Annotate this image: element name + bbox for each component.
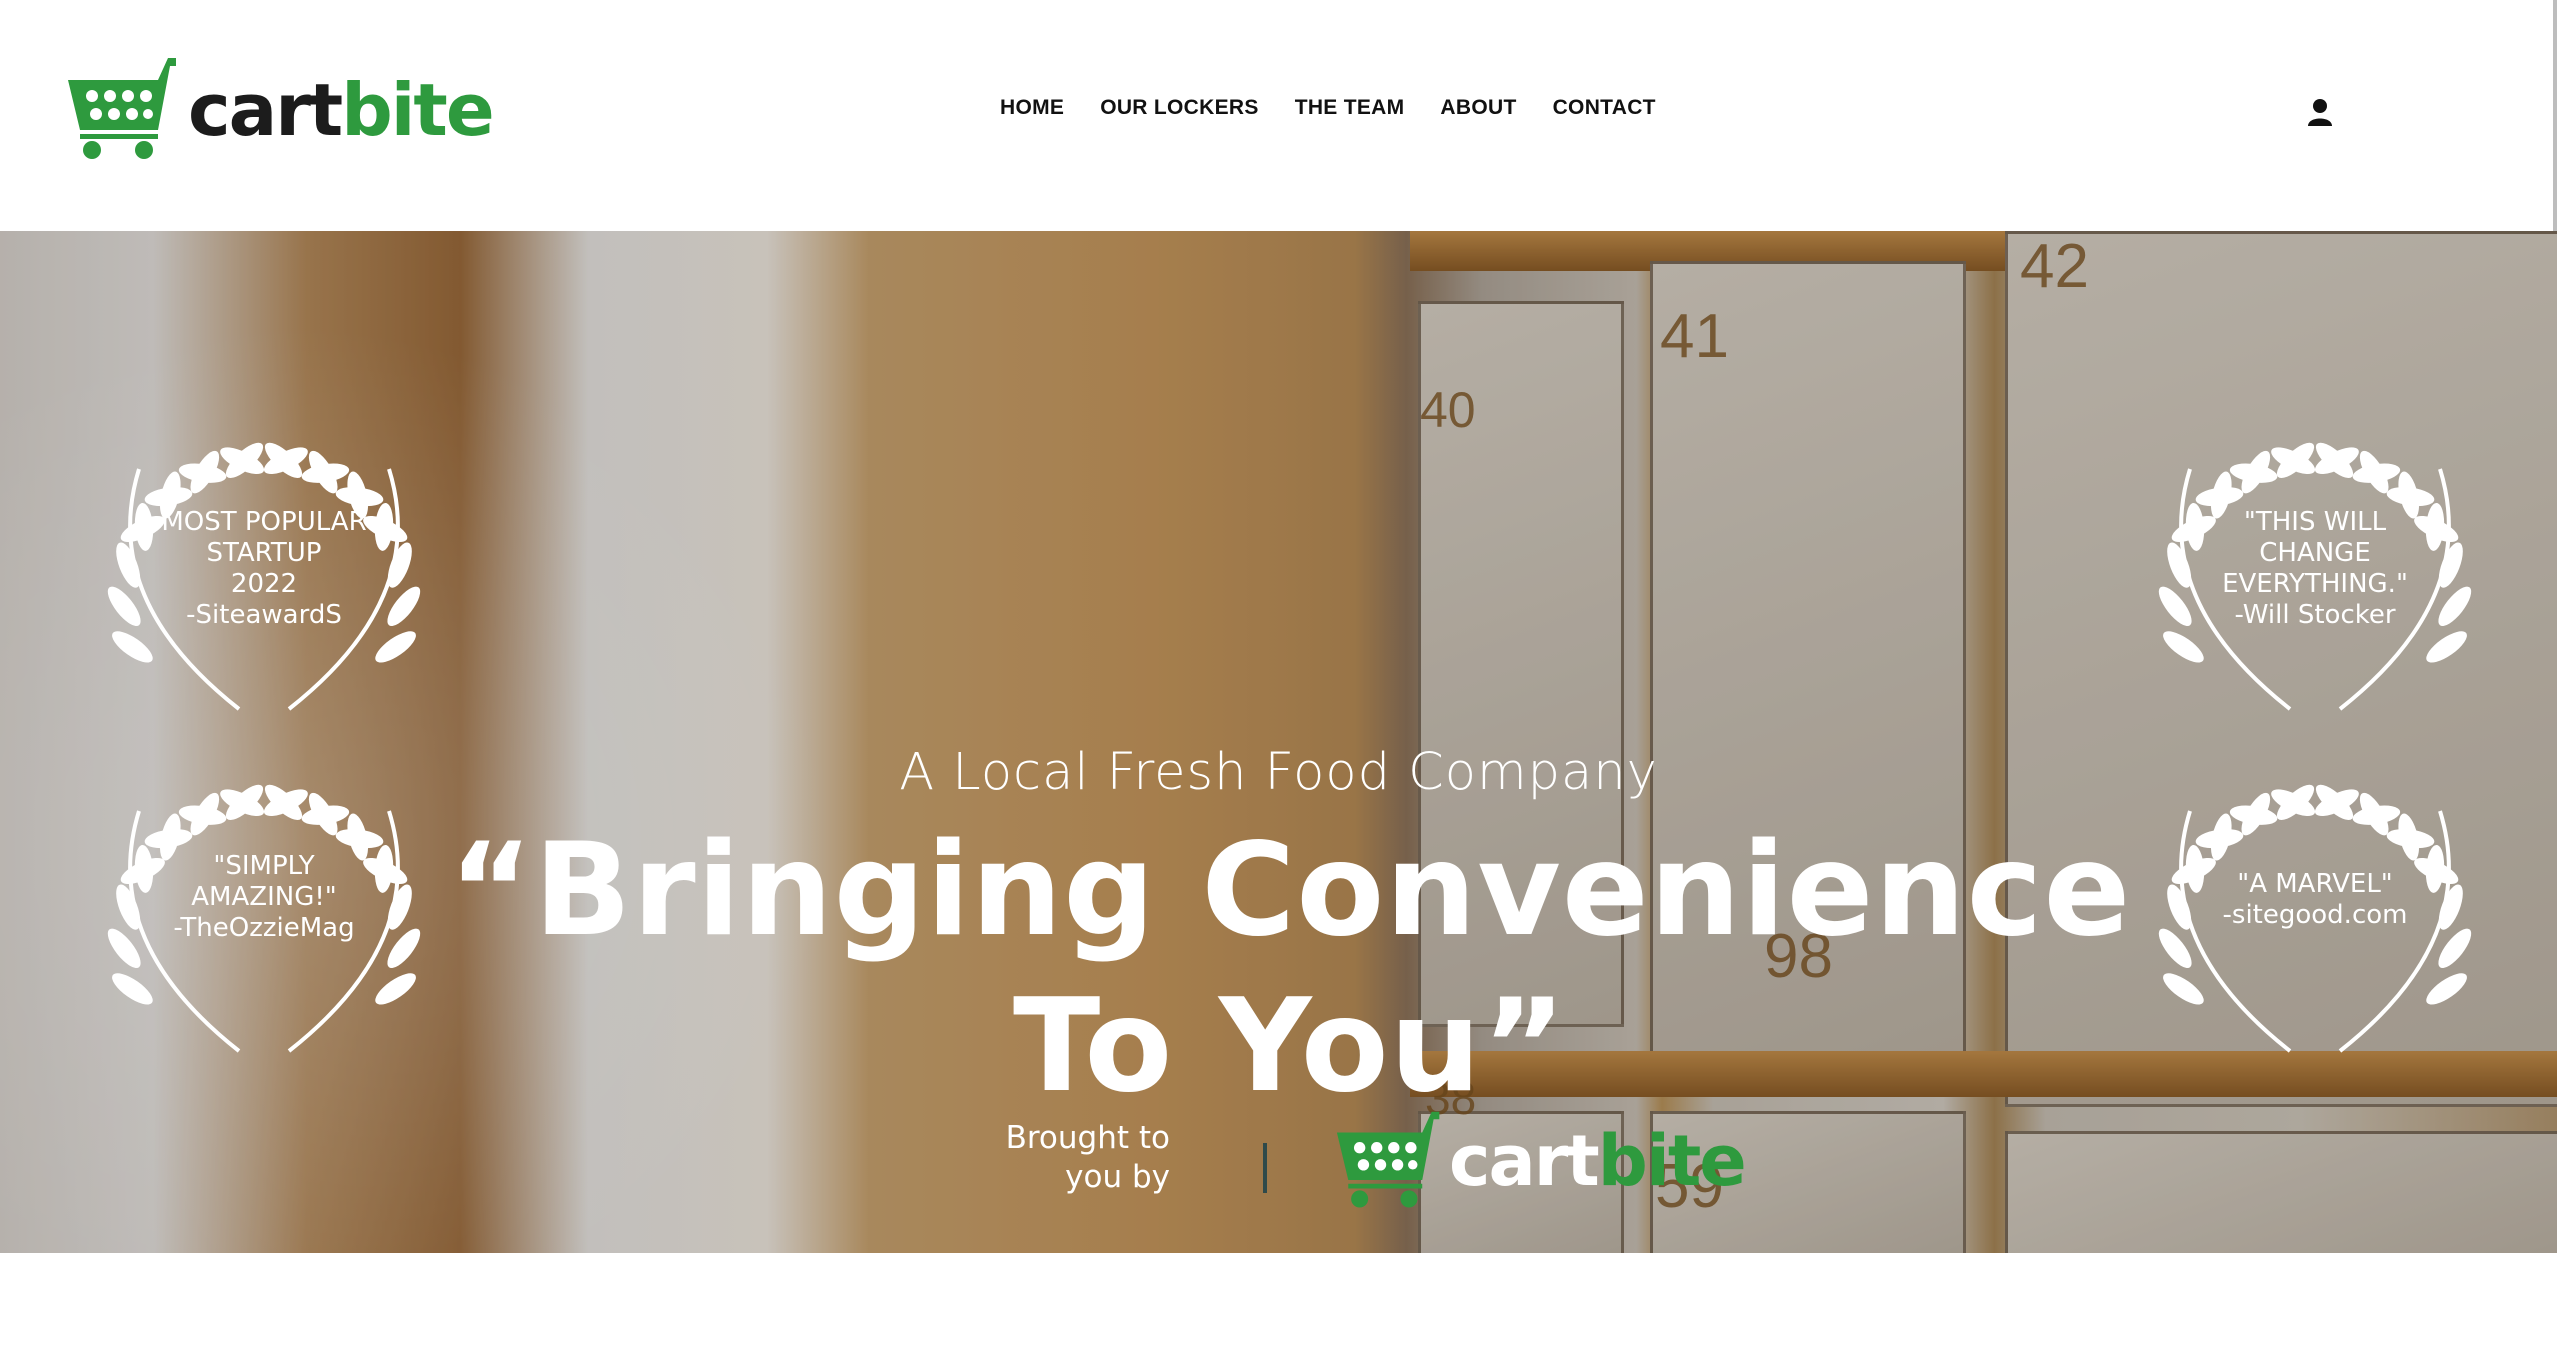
cart-logo-icon — [68, 58, 176, 159]
hero-logo-wordmark: cartbite — [1449, 1120, 1747, 1202]
award-line: MOST POPULAR — [161, 507, 367, 537]
scrollbar[interactable] — [2553, 0, 2557, 240]
hero-banner: 40 41 42 98 59 38 MOST POPULAR STARTUP 2… — [0, 231, 2557, 1253]
nav-home[interactable]: HOME — [1000, 96, 1064, 120]
logo-word-cart: cart — [188, 68, 343, 152]
hero-tagline: A Local Fresh Food Company — [899, 743, 1658, 802]
hero-headline: “Bringing Convenience To You” — [0, 813, 2557, 1125]
headline-line-1: “Bringing Convenience — [448, 816, 2132, 965]
award-text: MOST POPULAR STARTUP 2022 -SiteawardS — [119, 507, 409, 631]
award-line: 2022 — [230, 569, 298, 599]
brought-by-divider — [1263, 1143, 1267, 1193]
award-line: CHANGE — [2259, 538, 2371, 568]
award-wreath: MOST POPULAR STARTUP 2022 -SiteawardS — [79, 409, 449, 729]
award-text: "THIS WILL CHANGE EVERYTHING." -Will Sto… — [2170, 507, 2460, 631]
logo-word-bite: bite — [341, 68, 494, 152]
main-nav: HOME OUR LOCKERS THE TEAM ABOUT CONTACT — [1000, 96, 1692, 120]
award-line: STARTUP — [206, 538, 322, 568]
logo-word-cart: cart — [1449, 1120, 1600, 1202]
laurel-leaf — [2163, 631, 2204, 663]
laurel-leaf — [2195, 487, 2244, 507]
laurel-leaf — [112, 631, 153, 663]
laurel-leaf — [178, 463, 227, 483]
hero-cartbite-logo: cartbite — [1335, 1111, 1747, 1211]
award-line: -Will Stocker — [2234, 600, 2396, 630]
nav-our-lockers[interactable]: OUR LOCKERS — [1100, 96, 1258, 120]
nav-contact[interactable]: CONTACT — [1553, 96, 1656, 120]
brought-by-line-1: Brought to — [1005, 1120, 1170, 1156]
site-header: cartbite HOME OUR LOCKERS THE TEAM ABOUT… — [0, 0, 2557, 231]
award-wreath: "THIS WILL CHANGE EVERYTHING." -Will Sto… — [2130, 409, 2500, 729]
headline-line-2: To You” — [1013, 972, 1567, 1121]
award-line: "THIS WILL — [2243, 507, 2387, 537]
logo-wordmark: cartbite — [188, 74, 495, 146]
cart-logo-icon — [1336, 1111, 1440, 1208]
cartbite-logo[interactable]: cartbite — [66, 58, 495, 162]
award-line: EVERYTHING." — [2222, 569, 2408, 599]
brought-by-line-2: you by — [1065, 1159, 1170, 1195]
laurel-leaf — [144, 487, 193, 507]
user-icon[interactable] — [2306, 98, 2334, 128]
nav-the-team[interactable]: THE TEAM — [1295, 96, 1405, 120]
logo-word-bite: bite — [1597, 1120, 1747, 1202]
award-line: -SiteawardS — [186, 600, 342, 630]
brought-by-text: Brought to you by — [960, 1119, 1170, 1197]
laurel-leaf — [375, 631, 416, 663]
laurel-leaf — [2229, 463, 2278, 483]
laurel-leaf — [2426, 631, 2467, 663]
nav-about[interactable]: ABOUT — [1440, 96, 1516, 120]
